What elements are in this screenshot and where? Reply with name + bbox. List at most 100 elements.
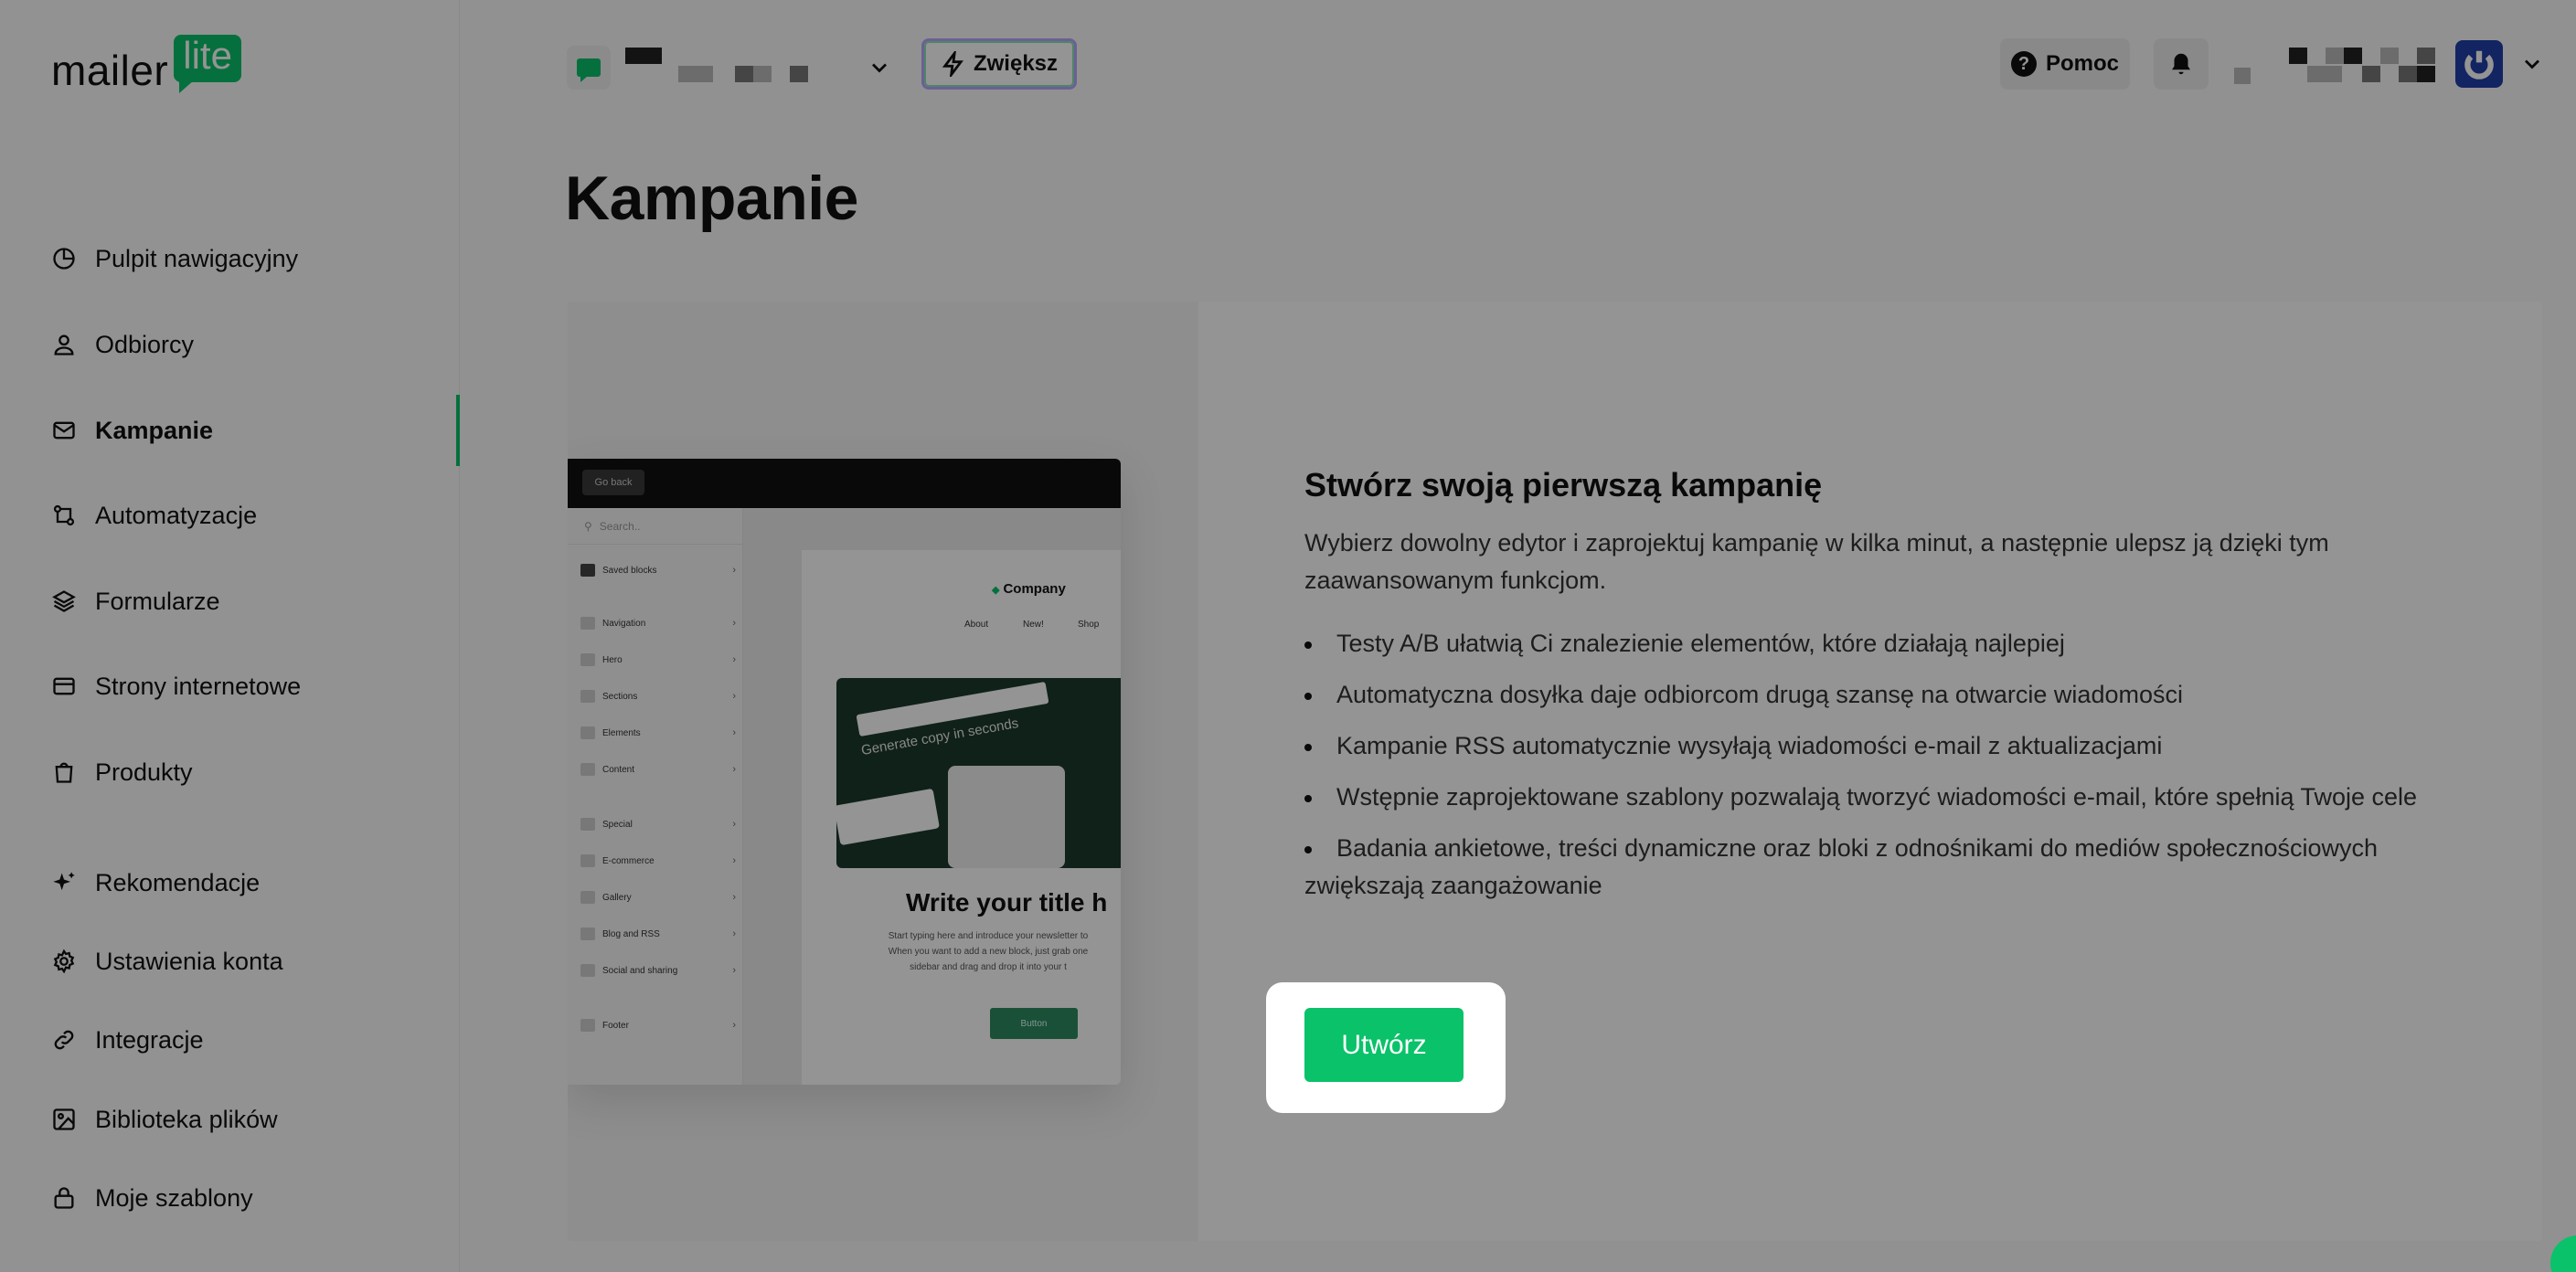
block-icon [580,653,595,666]
sparkle-icon [51,870,77,896]
help-button[interactable]: ? Pomoc [2000,38,2130,90]
feature-text: Kampanie RSS automatycznie wysyłają wiad… [1336,732,2163,759]
shopping-bag-icon [51,759,77,785]
sidebar-item-my-templates[interactable]: Moje szablony [0,1161,460,1235]
block-icon [580,928,595,940]
block-label: Hero [602,654,623,665]
list-item: Automatyczna dosyłka daje odbiorcom drug… [1304,676,2438,714]
mailerlite-logo[interactable]: mailer lite [51,35,241,95]
chevron-down-icon[interactable] [2519,51,2545,77]
sidebar-item-automations[interactable]: Automatyzacje [0,479,460,552]
chevron-right-icon: › [732,819,736,830]
block-label: Navigation [602,618,646,629]
upgrade-label: Zwiększ [973,51,1059,76]
lightning-icon [942,51,963,77]
sidebar-item-websites[interactable]: Strony internetowe [0,650,460,723]
empty-state-description: Wybierz dowolny edytor i zaprojektuj kam… [1304,529,2329,594]
mail-icon [51,418,77,443]
pie-chart-icon [51,246,77,271]
chevron-right-icon: › [732,565,736,576]
sidebar-item-label: Produkty [95,758,193,786]
sidebar-item-file-library[interactable]: Biblioteka plików [0,1083,460,1156]
preview-block-row: Sections › [580,685,736,707]
sidebar-item-label: Biblioteka plików [95,1105,278,1133]
chevron-right-icon: › [732,892,736,903]
sidebar-item-label: Ustawienia konta [95,947,283,975]
sidebar-item-subscribers[interactable]: Odbiorcy [0,308,460,381]
bullet [1304,676,1336,714]
block-icon [580,726,595,739]
preview-block-row: Saved blocks › [580,559,736,581]
chevron-right-icon: › [732,691,736,702]
tshirt-image [948,766,1065,868]
block-label: Content [602,764,635,775]
block-icon [580,891,595,904]
sidebar-item-label: Odbiorcy [95,330,195,358]
logo-badge: lite [174,35,241,93]
list-item: Kampanie RSS automatycznie wysyłają wiad… [1304,727,2438,765]
chevron-right-icon: › [732,855,736,866]
feature-list: Testy A/B ułatwią Ci znalezienie element… [1304,625,2438,918]
preview-block-row: Navigation › [580,612,736,634]
sidebar-item-label: Kampanie [95,416,214,444]
bell-icon [2172,53,2190,75]
bullet [1304,727,1336,765]
bullet [1304,625,1336,662]
sidebar-item-recommendations[interactable]: Rekomendacje [0,846,460,919]
help-label: Pomoc [2045,51,2119,76]
block-icon [580,690,595,703]
notifications-button[interactable] [2154,38,2209,90]
sidebar-item-integrations[interactable]: Integracje [0,1003,460,1076]
chevron-right-icon: › [732,965,736,976]
preview-body: Start typing here and introduce your new… [842,928,1121,975]
upgrade-button[interactable]: Zwiększ [921,38,1077,90]
chevron-right-icon: › [732,1020,736,1031]
block-label: Blog and RSS [602,928,660,939]
sidebar-item-label: Automatyzacje [95,501,258,529]
preview-block-row: Hero › [580,649,736,671]
block-icon [580,1019,595,1032]
list-item: Wstępnie zaprojektowane szablony pozwala… [1304,779,2438,816]
preview-block-row: Special › [580,813,736,835]
feature-text: Automatyczna dosyłka daje odbiorcom drug… [1336,681,2183,708]
block-icon [580,854,595,867]
editor-preview-panel: Go back ⚲ Search.. Saved blocks › Navigat… [568,302,1198,1241]
page-title: Kampanie [565,164,859,233]
chevron-down-icon[interactable] [867,55,892,80]
sidebar-item-label: Moje szablony [95,1183,253,1212]
preview-block-row: Footer › [580,1014,736,1036]
block-icon [580,617,595,630]
sidebar-item-forms[interactable]: Formularze [0,565,460,638]
preview-body-line: Start typing here and introduce your new… [888,931,1089,941]
gear-icon [51,949,77,974]
sidebar-item-products[interactable]: Produkty [0,736,460,809]
preview-hero-image: Generate copy in seconds [836,678,1121,868]
avatar[interactable] [2455,40,2503,88]
feature-text: Wstępnie zaprojektowane szablony pozwala… [1336,783,2418,811]
sidebar-item-label: Strony internetowe [95,672,302,700]
sidebar-item-label: Integracje [95,1025,204,1054]
list-item: Testy A/B ułatwią Ci znalezienie element… [1304,625,2438,662]
preview-block-row: Gallery › [580,886,736,908]
sidebar-item-campaigns[interactable]: Kampanie [0,394,460,467]
power-icon [2464,50,2494,80]
preview-nav-link: New! [1023,620,1044,630]
sidebar-item-label: Formularze [95,587,220,615]
feature-text: Badania ankietowe, treści dynamiczne ora… [1304,834,2379,899]
chevron-right-icon: › [732,654,736,665]
block-label: E-commerce [602,855,655,866]
preview-body-line: When you want to add a new block, just g… [888,947,1089,957]
automation-icon [51,503,77,528]
preview-button: Button [990,1008,1078,1039]
preview-company-name: Company [992,581,1065,597]
block-label: Elements [602,727,641,738]
sidebar-item-dashboard[interactable]: Pulpit nawigacyjny [0,222,460,295]
empty-state-title: Stwórz swoją pierwszą kampanię [1304,466,1823,504]
block-icon [580,763,595,776]
preview-block-row: Blog and RSS › [580,923,736,945]
account-badge[interactable] [567,46,611,90]
sidebar-item-account-settings[interactable]: Ustawienia konta [0,925,460,998]
create-campaign-button[interactable]: Utwórz [1304,1008,1464,1082]
preview-block-row: Content › [580,758,736,780]
app-root: mailer lite Pulpit nawigacyjny Odbiorcy … [0,0,2576,1272]
